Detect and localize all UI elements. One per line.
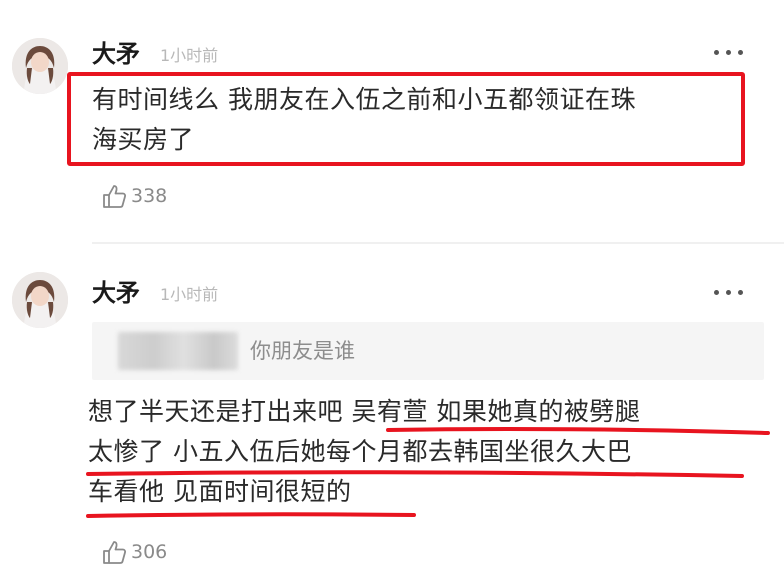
- avatar[interactable]: [12, 272, 68, 328]
- username[interactable]: 大矛: [92, 40, 140, 68]
- avatar-photo: [12, 272, 68, 328]
- comment-text: 想了半天还是打出来吧 吴宥萱 如果她真的被劈腿 太惨了 小五入伍后她每个月都去韩…: [88, 392, 640, 512]
- quoted-reply[interactable]: 你朋友是谁: [92, 322, 764, 380]
- like-button[interactable]: 306: [100, 537, 167, 567]
- username[interactable]: 大矛: [92, 279, 140, 307]
- avatar[interactable]: [12, 38, 68, 94]
- comment-feed: 大矛 1小时前 有时间线么 我朋友在入伍之前和小五都领证在珠 海买房了 338 …: [0, 0, 784, 588]
- comment-line: 有时间线么 我朋友在入伍之前和小五都领证在珠: [92, 85, 636, 114]
- timestamp: 1小时前: [160, 285, 219, 304]
- thumbs-up-icon: [103, 541, 127, 564]
- quote-text: 你朋友是谁: [250, 339, 355, 363]
- more-dots-icon[interactable]: [712, 47, 746, 57]
- thumbs-up-icon: [103, 185, 127, 208]
- like-count: 338: [131, 185, 168, 207]
- comment-line: 海买房了: [92, 125, 195, 154]
- timestamp: 1小时前: [160, 46, 219, 65]
- underline-3: [86, 512, 416, 518]
- divider: [92, 242, 784, 244]
- comment-line: 太惨了 小五入伍后她每个月都去韩国坐很久大巴: [88, 437, 632, 466]
- comment-text: 有时间线么 我朋友在入伍之前和小五都领证在珠 海买房了: [92, 80, 636, 160]
- blurred-author-name: [118, 332, 238, 370]
- comment-line: 车看他 见面时间很短的: [88, 477, 352, 506]
- like-button[interactable]: 338: [100, 181, 167, 211]
- like-count: 306: [131, 541, 168, 563]
- comment-line: 想了半天还是打出来吧 吴宥萱 如果她真的被劈腿: [88, 397, 641, 426]
- avatar-photo: [12, 38, 68, 94]
- more-dots-icon[interactable]: [712, 287, 746, 297]
